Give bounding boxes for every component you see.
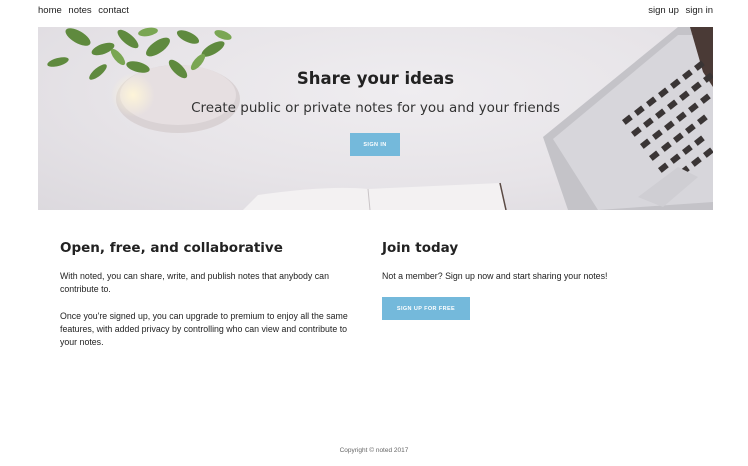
hero-subtitle: Create public or private notes for you a… [191,100,560,116]
join-text: Not a member? Sign up now and start shar… [382,271,608,281]
about-section: Open, free, and collaborative With noted… [60,240,360,347]
join-heading: Join today [382,240,459,256]
nav-link-notes[interactable]: notes [68,5,91,16]
top-nav: home notes contact sign up sign in [38,5,713,19]
nav-link-home[interactable]: home [38,5,62,16]
nav-link-sign-in[interactable]: sign in [686,5,713,16]
sign-in-button[interactable]: SIGN IN [350,133,400,156]
join-section: Join today Not a member? Sign up now and… [382,240,682,320]
nav-link-contact[interactable]: contact [98,5,129,16]
about-paragraph-2: Once you're signed up, you can upgrade t… [60,311,348,347]
hero-title: Share your ideas [296,69,455,88]
nav-link-sign-up[interactable]: sign up [648,5,679,16]
nav-right: sign up sign in [644,5,713,16]
hero-background-image [47,27,713,210]
about-heading: Open, free, and collaborative [60,240,283,256]
hero-banner: Share your ideas Create public or privat… [38,27,713,210]
about-paragraph-1: With noted, you can share, write, and pu… [60,271,329,294]
sign-up-free-button[interactable]: SIGN UP FOR FREE [382,297,470,320]
footer-copyright: Copyright © noted 2017 [339,447,409,454]
nav-left: home notes contact [38,5,133,16]
